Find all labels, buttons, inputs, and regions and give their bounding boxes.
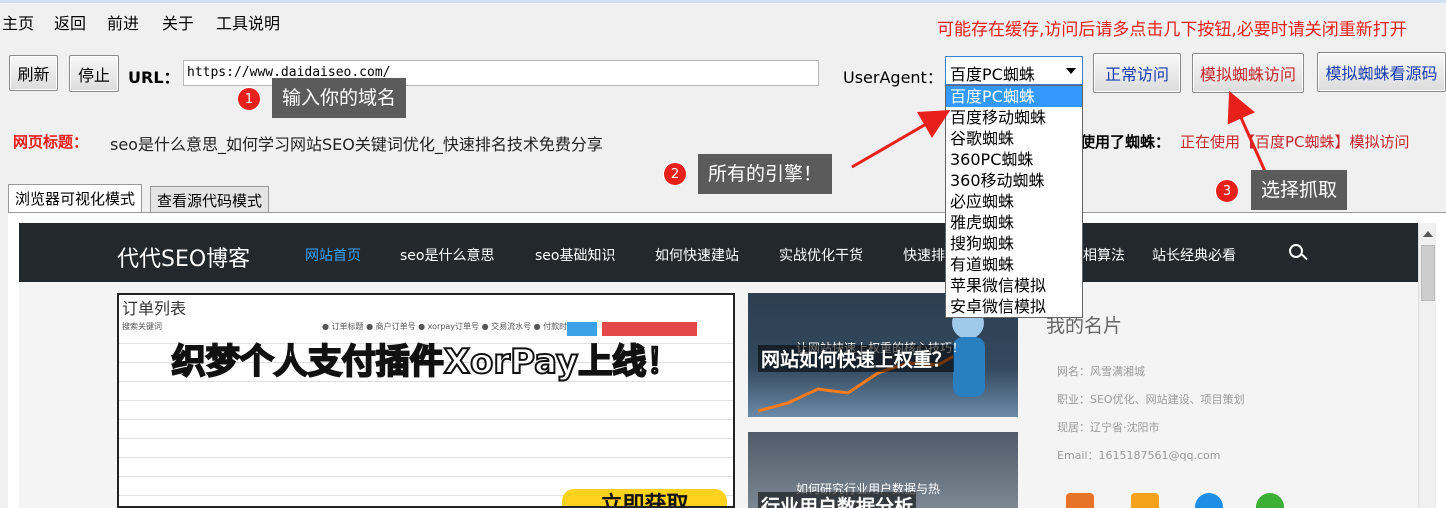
website-viewport[interactable]: 代代SEO博客 网站首页 seo是什么意思 seo基础知识 如何快速建站 实战优… [19,223,1418,508]
profile-line: 网名：风雪满湘城 [1057,365,1145,378]
site-nav-item[interactable]: 网站首页 [305,245,361,265]
featured-overlay-text: 织梦个人支付插件XorPay上线！ [171,342,681,382]
search-icon[interactable] [1289,244,1303,258]
wechat-icon[interactable] [1256,493,1284,508]
useragent-option[interactable]: 百度移动蜘蛛 [946,107,1082,128]
callout-label: 所有的引擎！ [698,154,833,194]
featured-table-row [119,457,733,476]
featured-table-row [119,400,733,419]
browser-scrollbar[interactable] [1418,223,1436,508]
tab-source-mode[interactable]: 查看源代码模式 [150,186,270,212]
url-label: URL： [128,68,180,87]
card-title: 行业用户数据分析 [758,492,917,508]
qq-icon[interactable] [1195,493,1223,508]
useragent-option[interactable]: 谷歌蜘蛛 [946,128,1082,149]
mail-icon[interactable] [1131,493,1159,508]
profile-line: 现居：辽宁省·沈阳市 [1057,421,1160,434]
home-icon[interactable] [1066,493,1094,508]
site-nav-item[interactable]: 如何快速建站 [655,245,739,265]
featured-screenshot-title: 订单列表 [122,299,187,318]
arrow-to-dropdown [851,109,951,169]
step-badge: 2 [663,162,687,186]
site-nav-item[interactable]: 实战优化干货 [779,245,863,265]
useragent-option[interactable]: 360移动蜘蛛 [946,170,1082,191]
site-nav-item[interactable]: 站长经典必看 [1152,245,1236,265]
step-badge: 3 [1215,179,1239,203]
featured-search-button [567,322,597,336]
card-title: 网站如何快速上权重？ [758,345,955,372]
menu-home[interactable]: 主页 [2,10,34,34]
callout-label: 输入你的域名 [272,78,407,118]
useragent-selected-value: 百度PC蜘蛛 [950,65,1035,84]
article-card[interactable]: 如何研究行业用户数据与热 行业用户数据分析 [748,432,1018,508]
normal-visit-button[interactable]: 正常访问 [1093,53,1181,93]
featured-clear-button [602,322,697,336]
useragent-option[interactable]: 360PC蜘蛛 [946,149,1082,170]
useragent-select[interactable]: 百度PC蜘蛛 [945,56,1083,85]
profile-line: 职业：SEO优化、网站建设、项目策划 [1057,393,1245,406]
useragent-option[interactable]: 有道蜘蛛 [946,254,1082,275]
tab-visual-mode[interactable]: 浏览器可视化模式 [8,184,143,212]
featured-table-row [119,381,733,400]
spider-status-label: 使用了蜘蛛： [1080,133,1171,151]
menu-back[interactable]: 返回 [54,10,86,34]
dropdown-arrow-icon [1066,68,1076,74]
scroll-thumb[interactable] [1421,245,1435,301]
site-nav-item[interactable]: 相算法 [1083,245,1125,265]
featured-image[interactable]: 订单列表 搜索关键词 ● 订单标题 ● 商户订单号 ● xorpay订单号 ● … [117,293,735,508]
spider-visit-button[interactable]: 模拟蜘蛛访问 [1192,53,1304,93]
refresh-button[interactable]: 刷新 [9,55,58,91]
search-icon-handle [1301,253,1308,261]
window-top-border [0,0,1446,3]
useragent-label: UserAgent： [843,68,943,87]
useragent-option[interactable]: 苹果微信模拟 [946,275,1082,296]
featured-table-row [119,419,733,438]
spider-status-value: 正在使用【百度PC蜘蛛】模拟访问 [1180,133,1410,151]
site-nav-item[interactable]: 快速排 [903,245,945,265]
profile-line: Email：1615187561@qq.com [1057,449,1221,462]
scroll-up-icon[interactable] [1423,231,1433,237]
app-window: 主页 返回 前进 关于 工具说明 可能存在缓存,访问后请多点击几下按钮,必要时请… [0,0,1446,508]
menu-tool-help[interactable]: 工具说明 [216,10,280,34]
site-navbar: 代代SEO博客 网站首页 seo是什么意思 seo基础知识 如何快速建站 实战优… [19,223,1418,282]
site-nav-item[interactable]: seo基础知识 [535,245,615,265]
menu-forward[interactable]: 前进 [107,10,139,34]
useragent-option[interactable]: 必应蜘蛛 [946,191,1082,212]
site-nav-item[interactable]: seo是什么意思 [400,245,494,265]
menu-about[interactable]: 关于 [162,10,194,34]
site-logo[interactable]: 代代SEO博客 [117,241,250,273]
useragent-dropdown-list[interactable]: 百度PC蜘蛛 百度移动蜘蛛 谷歌蜘蛛 360PC蜘蛛 360移动蜘蛛 必应蜘蛛 … [945,85,1083,318]
cache-notice: 可能存在缓存,访问后请多点击几下按钮,必要时请关闭重新打开 [937,20,1407,40]
useragent-option[interactable]: 雅虎蜘蛛 [946,212,1082,233]
step-badge: 1 [237,87,261,111]
useragent-option[interactable]: 百度PC蜘蛛 [946,86,1082,107]
spider-source-button[interactable]: 模拟蜘蛛看源码 [1317,52,1446,92]
page-title-value: seo是什么意思_如何学习网站SEO关键词优化_快速排名技术免费分享 [110,135,603,154]
callout-label: 选择抓取 [1251,170,1348,210]
featured-sticker: 立即获取 [562,489,727,506]
featured-table-row [119,438,733,457]
page-title-label: 网页标题： [13,133,89,151]
useragent-option[interactable]: 安卓微信模拟 [946,296,1082,317]
stop-button[interactable]: 停止 [69,55,119,92]
useragent-option[interactable]: 搜狗蜘蛛 [946,233,1082,254]
